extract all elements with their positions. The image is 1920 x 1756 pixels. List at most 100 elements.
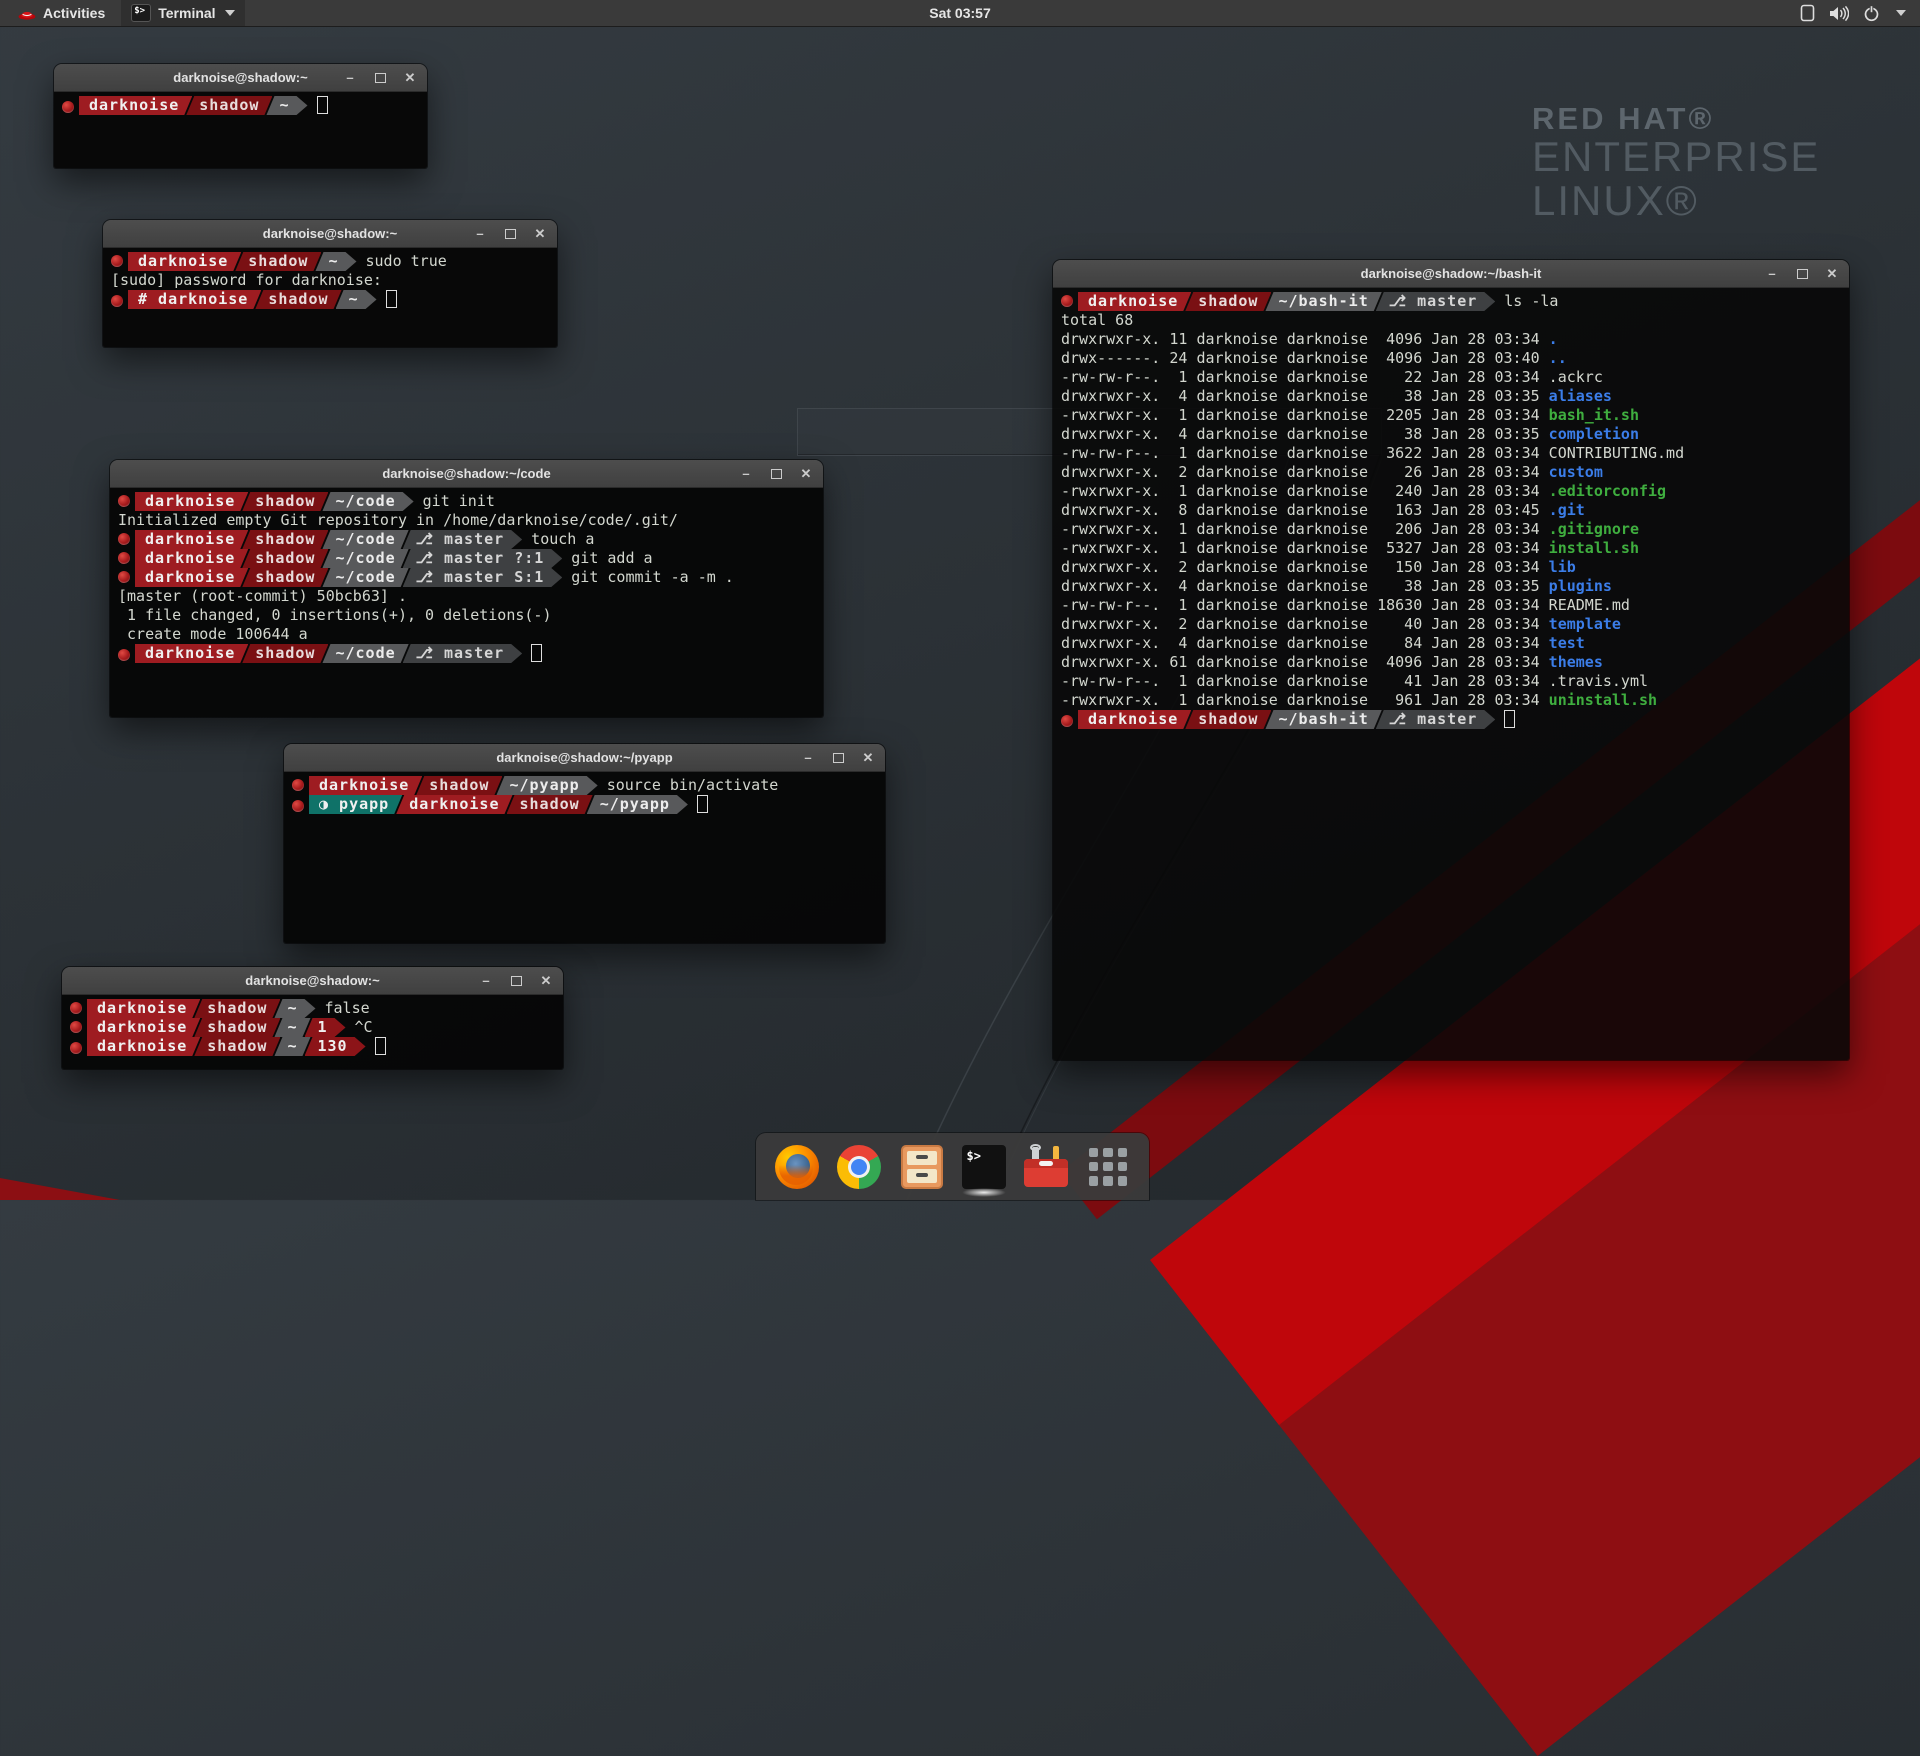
prompt-segment-path: ~/code: [322, 530, 408, 549]
terminal-line: darknoiseshadow~: [62, 96, 419, 115]
chrome-icon: [837, 1145, 881, 1189]
terminal-cursor: [386, 290, 397, 308]
prompt-redhat-icon: [118, 571, 130, 583]
maximize-button[interactable]: [1795, 267, 1809, 281]
maximize-button[interactable]: [509, 974, 523, 988]
prompt-segment-user: darknoise: [135, 530, 248, 549]
terminal-window-pyapp: darknoise@shadow:~/pyapp – ✕ darknoisesh…: [284, 744, 885, 943]
minimize-button[interactable]: –: [343, 71, 357, 85]
terminal-line: [sudo] password for darknoise:: [111, 271, 549, 290]
window-titlebar[interactable]: darknoise@shadow:~ – ✕: [103, 220, 557, 248]
output-text: plugins: [1549, 577, 1612, 595]
prompt-segment-user: darknoise: [396, 795, 512, 814]
output-text: -rwxrwxr-x. 1 darknoise darknoise 2205 J…: [1061, 406, 1549, 424]
close-button[interactable]: ✕: [1825, 267, 1839, 281]
prompt-segment-user: darknoise: [135, 568, 248, 587]
app-grid-launcher[interactable]: [1084, 1141, 1132, 1193]
activities-label: Activities: [43, 5, 105, 21]
app-grid-icon: [1086, 1145, 1130, 1189]
minimize-button[interactable]: –: [1765, 267, 1779, 281]
output-text: -rw-rw-r--. 1 darknoise darknoise 18630 …: [1061, 596, 1630, 614]
top-bar-left: Activities $> Terminal: [0, 0, 245, 26]
prompt-segment-user: darknoise: [309, 776, 422, 795]
minimize-button[interactable]: –: [479, 974, 493, 988]
maximize-button[interactable]: [503, 227, 517, 241]
terminal-line: -rwxrwxr-x. 1 darknoise darknoise 5327 J…: [1061, 539, 1841, 558]
window-title: darknoise@shadow:~: [263, 226, 397, 241]
terminal-content[interactable]: darknoiseshadow~sudo true[sudo] password…: [103, 248, 557, 347]
terminal-content[interactable]: darknoiseshadow~: [54, 92, 427, 168]
maximize-button[interactable]: [831, 751, 845, 765]
terminal-line: drwxrwxr-x. 8 darknoise darknoise 163 Ja…: [1061, 501, 1841, 520]
window-title: darknoise@shadow:~/bash-it: [1361, 266, 1542, 281]
output-text: drwxrwxr-x. 2 darknoise darknoise 40 Jan…: [1061, 615, 1549, 633]
command-text: sudo true: [366, 252, 447, 270]
window-buttons: – ✕: [1765, 260, 1839, 287]
terminal-content[interactable]: darknoiseshadow~/pyappsource bin/activat…: [284, 772, 885, 943]
close-button[interactable]: ✕: [539, 974, 553, 988]
terminal-line: darknoiseshadow~/code⎇ master S:1git com…: [118, 568, 815, 587]
brand-line-redhat: RED HAT®: [1532, 103, 1820, 135]
window-titlebar[interactable]: darknoise@shadow:~/code – ✕: [110, 460, 823, 488]
window-titlebar[interactable]: darknoise@shadow:~ – ✕: [54, 64, 427, 92]
prompt-segment-git: ⎇ master S:1: [403, 568, 563, 587]
prompt-segment-host: shadow: [242, 530, 328, 549]
terminal-content[interactable]: darknoiseshadow~/bash-it⎇ masterls -lato…: [1053, 288, 1849, 1060]
prompt-segment-git: ⎇ master: [1376, 710, 1496, 729]
output-text: Initialized empty Git repository in /hom…: [118, 511, 678, 529]
prompt-segment-host: shadow: [194, 1018, 280, 1037]
minimize-button[interactable]: –: [739, 467, 753, 481]
system-status-area[interactable]: [1800, 4, 1920, 22]
window-titlebar[interactable]: darknoise@shadow:~ – ✕: [62, 967, 563, 995]
firefox-icon: [775, 1145, 819, 1189]
terminal-launcher[interactable]: $>: [960, 1141, 1008, 1193]
terminal-content[interactable]: darknoiseshadow~falsedarknoiseshadow~1^C…: [62, 995, 563, 1069]
terminal-line: darknoiseshadow~130: [70, 1037, 555, 1056]
prompt-segment-path: ~/code: [322, 549, 408, 568]
power-icon: [1863, 5, 1880, 22]
terminal-line: drwxrwxr-x. 2 darknoise darknoise 26 Jan…: [1061, 463, 1841, 482]
close-button[interactable]: ✕: [799, 467, 813, 481]
terminal-cursor: [317, 96, 328, 114]
output-text: drwxrwxr-x. 4 darknoise darknoise 38 Jan…: [1061, 577, 1549, 595]
window-buttons: – ✕: [343, 64, 417, 91]
minimize-button[interactable]: –: [473, 227, 487, 241]
terminal-content[interactable]: darknoiseshadow~/codegit initInitialized…: [110, 488, 823, 717]
prompt-redhat-icon: [111, 255, 123, 267]
prompt-segment-path: ~: [274, 1018, 310, 1037]
window-titlebar[interactable]: darknoise@shadow:~/pyapp – ✕: [284, 744, 885, 772]
command-text: touch a: [531, 530, 594, 548]
prompt-segment-git: ⎇ master ?:1: [403, 549, 563, 568]
window-title: darknoise@shadow:~: [173, 70, 307, 85]
prompt-segment-host: shadow: [242, 568, 328, 587]
close-button[interactable]: ✕: [533, 227, 547, 241]
clock-label[interactable]: Sat 03:57: [929, 5, 990, 21]
close-button[interactable]: ✕: [861, 751, 875, 765]
window-titlebar[interactable]: darknoise@shadow:~/bash-it – ✕: [1053, 260, 1849, 288]
chrome-launcher[interactable]: [835, 1141, 883, 1193]
prompt-redhat-icon: [70, 1042, 82, 1054]
output-text: ..: [1549, 349, 1567, 367]
maximize-button[interactable]: [769, 467, 783, 481]
terminal-line: -rw-rw-r--. 1 darknoise darknoise 3622 J…: [1061, 444, 1841, 463]
files-launcher[interactable]: [897, 1141, 945, 1193]
command-text: git commit -a -m .: [571, 568, 734, 586]
prompt-segment-path: ~: [336, 290, 377, 309]
prompt-redhat-icon: [1061, 715, 1073, 727]
window-title: darknoise@shadow:~: [245, 973, 379, 988]
prompt-segment-host: shadow: [1185, 710, 1271, 729]
terminal-cursor: [375, 1037, 386, 1055]
output-text: bash_it.sh: [1549, 406, 1639, 424]
terminal-cursor: [1504, 710, 1515, 728]
prompt-redhat-icon: [118, 649, 130, 661]
close-button[interactable]: ✕: [403, 71, 417, 85]
activities-button[interactable]: Activities: [10, 0, 113, 26]
prompt-redhat-icon: [118, 552, 130, 564]
terminal-line: darknoiseshadow~/code⎇ master ?:1git add…: [118, 549, 815, 568]
minimize-button[interactable]: –: [801, 751, 815, 765]
toolbox-launcher[interactable]: [1022, 1141, 1070, 1193]
prompt-segment-host: shadow: [1185, 292, 1271, 311]
app-menu-terminal[interactable]: $> Terminal: [121, 0, 244, 26]
maximize-button[interactable]: [373, 71, 387, 85]
firefox-launcher[interactable]: [773, 1141, 821, 1193]
